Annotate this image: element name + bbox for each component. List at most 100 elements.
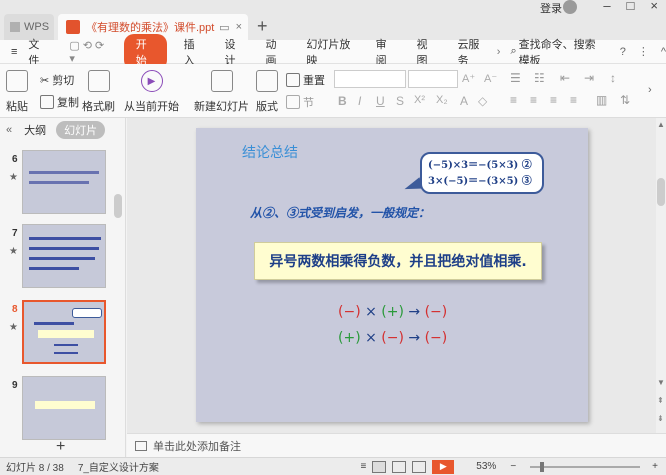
hamburger-menu-icon[interactable]: ≡ [0, 46, 28, 58]
avatar[interactable] [563, 0, 577, 14]
add-tab-button[interactable]: + [257, 16, 268, 37]
paste-icon [6, 70, 28, 92]
help-icon[interactable]: ? [620, 46, 626, 58]
italic-icon[interactable]: I [358, 94, 361, 108]
font-size-select[interactable] [408, 70, 458, 88]
zoom-slider-knob[interactable] [540, 461, 545, 472]
next-slide-icon[interactable]: ⇟ [657, 414, 664, 423]
font-shrink-icon[interactable]: A⁻ [484, 72, 497, 85]
indent-icon[interactable]: ⇤ [560, 71, 570, 85]
ribbon-scroll-icon[interactable]: › [648, 84, 652, 96]
clear-format-icon[interactable]: ◇ [478, 94, 487, 108]
reading-view-icon[interactable] [412, 460, 427, 473]
search-icon[interactable]: ⌕ [510, 45, 516, 58]
slide-title[interactable]: 结论总结 [242, 142, 298, 162]
bold-icon[interactable]: B [338, 94, 347, 108]
underline-icon[interactable]: U [376, 94, 385, 108]
rule-box[interactable]: 异号两数相乘得负数，并且把绝对值相乘. [254, 242, 542, 280]
play-from-current-button[interactable]: ▶ 从当前开始 [124, 70, 179, 114]
wps-logo-icon [10, 22, 20, 32]
prev-slide-icon[interactable]: ⇞ [657, 396, 664, 405]
title-bar: WPS 《有理数的乘法》课件.ppt ▭ × + 登录 – □ × [0, 0, 666, 40]
tab-close-icon[interactable]: × [236, 21, 242, 34]
sign-rule-2[interactable]: (+) × (−) → (−) [338, 330, 447, 346]
scroll-up-icon[interactable]: ▲ [657, 120, 665, 129]
notes-pane[interactable]: 单击此处添加备注 [127, 433, 666, 457]
text-direction-icon[interactable]: ⇅ [620, 93, 630, 107]
align-left-icon[interactable]: ≡ [510, 93, 517, 107]
align-center-icon[interactable]: ≡ [530, 93, 537, 107]
new-slide-button[interactable]: 新建幻灯片 [194, 70, 249, 114]
tab-review[interactable]: 审阅 [365, 36, 406, 68]
tab-outline[interactable]: 大纲 [24, 122, 46, 138]
sign-rule-1-arrow: → [408, 304, 421, 320]
section-button[interactable]: 节 [286, 94, 314, 110]
slide-subtitle[interactable]: 从②、③式受到启发，一般规定： [250, 204, 430, 221]
superscript-icon[interactable]: X² [414, 94, 425, 106]
font-color-icon[interactable]: A [460, 94, 468, 108]
zoom-in-button[interactable]: + [652, 461, 658, 472]
scroll-down-icon[interactable]: ▼ [657, 378, 665, 387]
slide-sorter-icon[interactable] [392, 460, 407, 473]
thumbnail-scrollbar[interactable] [114, 144, 122, 434]
slide-thumbnail-8[interactable] [22, 300, 106, 364]
sign-rule-1-c: (−) [424, 304, 448, 320]
outdent-icon[interactable]: ⇥ [584, 71, 594, 85]
ribbon-collapse-icon[interactable]: ^ [661, 46, 666, 58]
strike-icon[interactable]: S [396, 94, 404, 108]
font-name-select[interactable] [334, 70, 406, 88]
sign-rule-2-op: × [365, 330, 377, 346]
columns-icon[interactable]: ▥ [596, 93, 607, 107]
menu-file[interactable]: 文件 [28, 36, 58, 68]
tab-restore-icon[interactable]: ▭ [219, 21, 229, 34]
bullet-list-icon[interactable]: ☰ [510, 71, 521, 85]
command-search[interactable]: 查找命令、搜索模板 [519, 36, 604, 68]
tab-view[interactable]: 视图 [406, 36, 447, 68]
tab-cloud[interactable]: 云服务 [446, 36, 496, 68]
notes-toggle-icon[interactable]: ≡ [360, 461, 366, 472]
zoom-level[interactable]: 53% [476, 461, 496, 472]
font-grow-icon[interactable]: A⁺ [462, 72, 475, 85]
editor-scroll-thumb[interactable] [657, 178, 665, 206]
tab-animation[interactable]: 动画 [254, 36, 295, 68]
format-painter-button[interactable]: 格式刷 [82, 70, 115, 114]
sign-rule-1[interactable]: (−) × (+) → (−) [338, 304, 447, 320]
login-link[interactable]: 登录 [540, 0, 562, 15]
quick-access-icons[interactable]: ▢ ⟲ ⟳ ▾ [58, 39, 117, 65]
slide-thumbnail-9[interactable] [22, 376, 106, 440]
copy-button[interactable]: 复制 [40, 94, 79, 110]
zoom-out-button[interactable]: − [510, 461, 516, 472]
slide-canvas[interactable]: 结论总结 (−5)×3＝−(5×3) ② 3×(−5)＝−(3×5) ③ 从②、… [196, 128, 588, 422]
normal-view-icon[interactable] [372, 460, 387, 473]
menu-scroll-right-icon[interactable]: › [497, 46, 501, 58]
tab-design[interactable]: 设计 [214, 36, 255, 68]
cut-button[interactable]: ✂ 剪切 [40, 72, 74, 88]
callout-bubble[interactable]: (−5)×3＝−(5×3) ② 3×(−5)＝−(3×5) ③ [420, 152, 544, 194]
justify-icon[interactable]: ≡ [570, 93, 577, 107]
maximize-icon[interactable]: □ [627, 0, 635, 13]
paste-button[interactable]: 粘贴 [6, 70, 28, 114]
align-right-icon[interactable]: ≡ [550, 93, 557, 107]
subscript-icon[interactable]: X₂ [436, 94, 448, 106]
minimize-icon[interactable]: – [603, 0, 610, 13]
slide-thumbnail-6[interactable] [22, 150, 106, 214]
tab-slides[interactable]: 幻灯片 [56, 121, 106, 139]
thumbnail-scroll-thumb[interactable] [114, 194, 122, 218]
more-icon[interactable]: ⋮ [638, 45, 649, 58]
layout-button[interactable]: 版式 [256, 70, 278, 114]
collapse-panel-icon[interactable]: « [6, 124, 12, 136]
numbered-list-icon[interactable]: ☷ [534, 71, 545, 85]
line-spacing-icon[interactable]: ↕ [610, 71, 616, 85]
design-scheme[interactable]: 7_自定义设计方案 [78, 459, 159, 474]
zoom-slider[interactable] [530, 461, 641, 472]
add-slide-button[interactable]: + [56, 438, 65, 456]
notes-icon [135, 440, 147, 451]
section-label: 节 [303, 97, 314, 109]
slideshow-play-button[interactable]: ▶ [432, 459, 455, 474]
editor-scrollbar[interactable]: ▲ ▼ ⇞ ⇟ [656, 118, 666, 433]
close-icon[interactable]: × [650, 0, 658, 13]
slide-thumbnail-7[interactable] [22, 224, 106, 288]
tab-slideshow[interactable]: 幻灯片放映 [295, 36, 364, 68]
reset-button[interactable]: 重置 [286, 72, 325, 88]
tab-insert[interactable]: 插入 [173, 36, 214, 68]
